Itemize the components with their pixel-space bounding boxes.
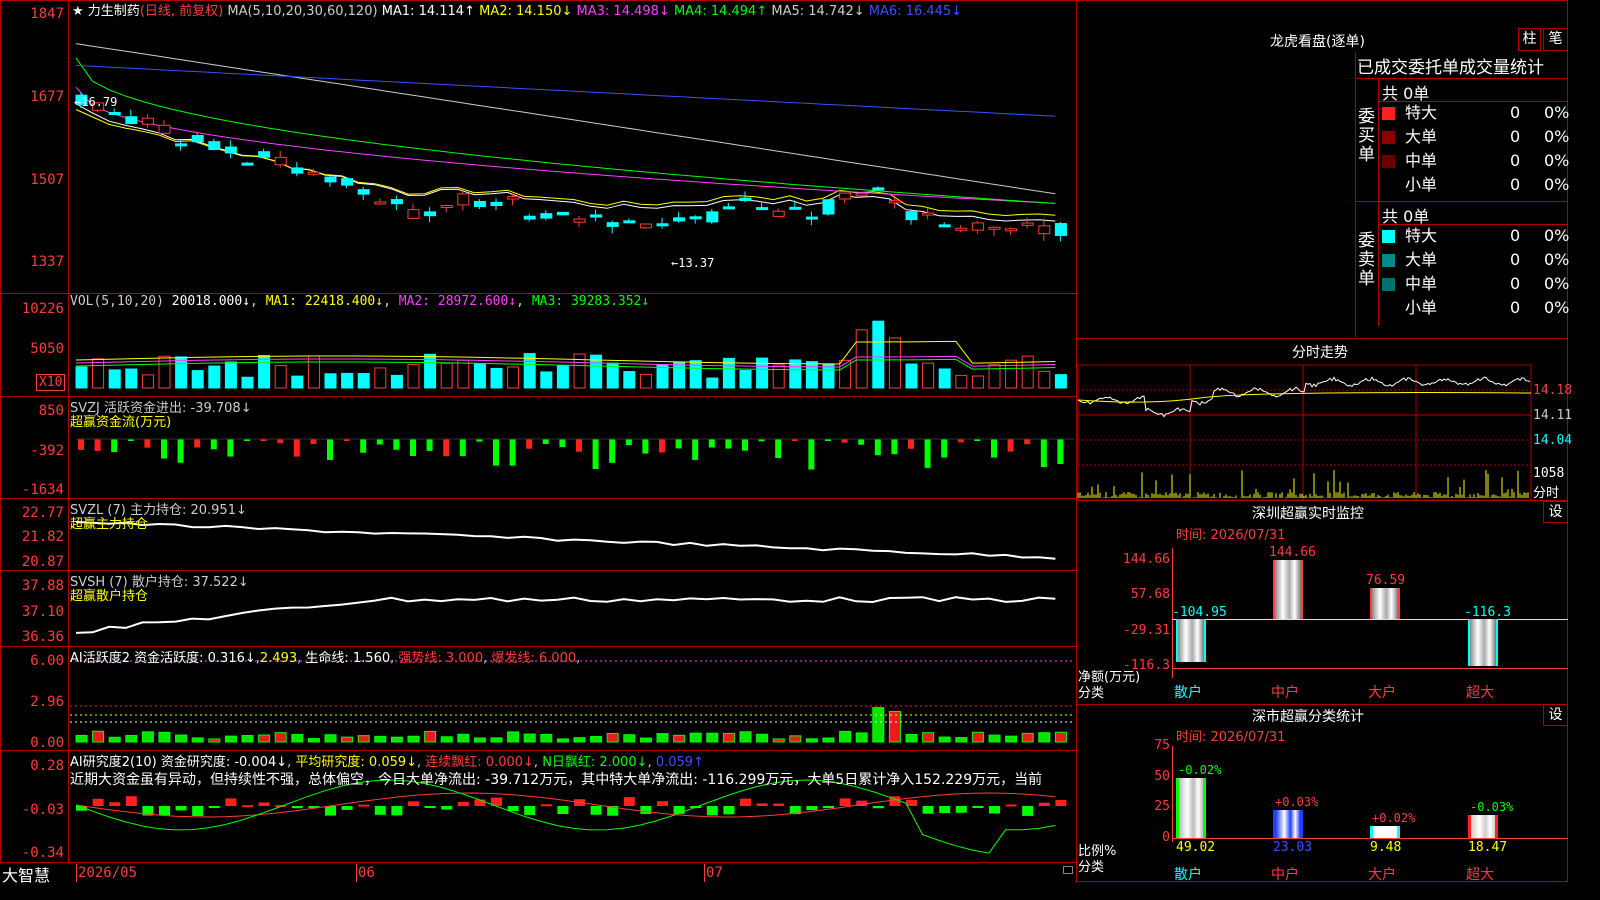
- sz-monitor-y-tick: 57.68: [1130, 587, 1170, 603]
- sz-monitor-y-tick: 144.66: [1123, 552, 1170, 567]
- axis-line: [1172, 838, 1568, 839]
- sz-class-y-tick: 0: [1162, 830, 1170, 845]
- sz-monitor-y-tick: -116.3: [1123, 658, 1170, 674]
- net-amount-bar: [1370, 587, 1400, 619]
- fenshi-y-tick: 14.18: [1533, 383, 1573, 398]
- sz-class-y-tick: 25: [1154, 799, 1170, 815]
- grid-line: [1172, 560, 1568, 561]
- fenshi-y-tick: 14.11: [1533, 408, 1573, 423]
- category-label: 超大: [1466, 685, 1494, 701]
- axis-line: [1172, 668, 1568, 669]
- ratio-bar: [1370, 826, 1400, 838]
- sz-class-time: 时间: 2026/07/31: [1176, 730, 1286, 745]
- net-amount-label: -104.95: [1172, 605, 1227, 620]
- ratio-label: 18.47: [1468, 840, 1508, 855]
- category-label: 大户: [1368, 685, 1396, 701]
- category-label: 中户: [1271, 867, 1299, 883]
- axis-line: [1172, 746, 1173, 842]
- sz-monitor-title: 深圳超赢实时监控: [1252, 506, 1364, 522]
- net-amount-bar: [1273, 560, 1303, 619]
- fenshi-frame: [1077, 364, 1532, 501]
- fenshi-unit: 分时: [1533, 486, 1560, 501]
- sz-class-title: 深市超赢分类统计: [1252, 709, 1364, 725]
- net-amount-label: 144.66: [1269, 545, 1316, 560]
- ratio-label: 23.03: [1273, 840, 1313, 855]
- ratio-label: 49.02: [1176, 840, 1216, 855]
- sz-class-y-tick: 50: [1154, 768, 1170, 784]
- sz-monitor-settings-button[interactable]: 设: [1543, 501, 1568, 523]
- change-label: -0.03%: [1470, 800, 1514, 815]
- ratio-bar: [1468, 815, 1498, 838]
- sz-class-xlabel: 分类: [1078, 860, 1105, 875]
- grid-line: [1172, 631, 1568, 632]
- sz-monitor-xlabel: 分类: [1078, 686, 1105, 701]
- change-label: +0.02%: [1372, 811, 1416, 826]
- category-label: 散户: [1174, 867, 1202, 883]
- sz-monitor-panel: [1076, 500, 1568, 705]
- category-label: 大户: [1368, 867, 1396, 883]
- avg-price-line: [1077, 392, 1532, 403]
- change-label: +0.03%: [1275, 794, 1319, 809]
- fenshi-vol-tick: 1058: [1533, 466, 1565, 481]
- fenshi-y-tick: 14.04: [1533, 433, 1573, 448]
- category-label: 中户: [1271, 685, 1299, 701]
- net-amount-label: -116.3: [1464, 605, 1511, 620]
- change-label: -0.02%: [1178, 762, 1222, 777]
- sz-monitor-y-tick: -29.31: [1123, 622, 1170, 638]
- category-label: 超大: [1466, 867, 1494, 883]
- net-amount-label: 76.59: [1366, 572, 1406, 588]
- ratio-bar: [1176, 777, 1206, 838]
- net-amount-bar: [1176, 619, 1206, 662]
- sz-class-settings-button[interactable]: 设: [1543, 704, 1568, 726]
- ratio-bar: [1273, 809, 1303, 838]
- category-label: 散户: [1174, 685, 1202, 701]
- sz-class-y-tick: 75: [1154, 738, 1170, 753]
- price-line: [1077, 376, 1531, 418]
- ratio-label: 9.48: [1370, 840, 1402, 855]
- sz-class-panel: [1076, 704, 1568, 882]
- sz-monitor-time: 时间: 2026/07/31: [1176, 528, 1286, 543]
- net-amount-bar: [1468, 619, 1498, 667]
